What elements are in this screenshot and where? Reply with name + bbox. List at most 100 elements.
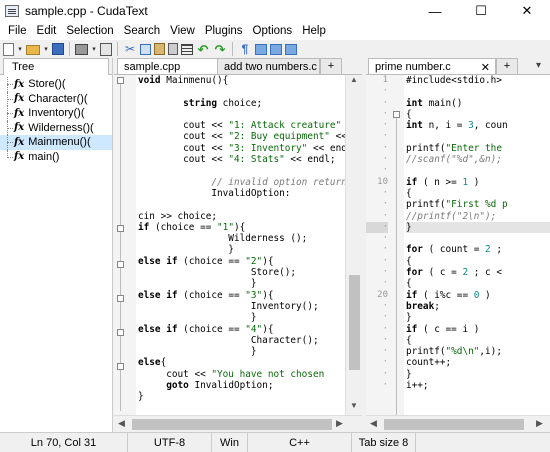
code-line: cin >> choice; <box>138 210 218 222</box>
right-horizontal-scrollbar[interactable]: ◀ ▶ <box>366 415 550 432</box>
tab-tree[interactable]: Tree <box>3 58 109 75</box>
fold-marker[interactable] <box>117 363 124 370</box>
new-dropdown-icon[interactable]: ▾ <box>17 43 23 56</box>
save-icon[interactable] <box>52 43 64 55</box>
undo-icon[interactable]: ↶ <box>196 43 210 56</box>
menu-bar: File Edit Selection Search View Plugins … <box>0 22 550 40</box>
status-line-ending[interactable]: Win <box>212 432 248 452</box>
code-line: int main() <box>406 97 463 109</box>
scroll-right-icon[interactable]: ▶ <box>536 418 543 429</box>
menu-edit[interactable]: Edit <box>32 25 62 37</box>
maximize-button[interactable]: ☐ <box>458 0 504 22</box>
status-encoding[interactable]: UTF-8 <box>128 432 212 452</box>
close-tab-icon[interactable]: ✕ <box>481 61 490 74</box>
select-all-icon[interactable] <box>181 43 193 55</box>
scroll-left-icon[interactable]: ◀ <box>118 418 125 429</box>
line-number: · <box>382 142 388 153</box>
fold-marker[interactable] <box>393 111 400 118</box>
code-line: goto InvalidOption; <box>166 380 274 392</box>
fold-marker[interactable] <box>117 225 124 232</box>
open-folder-icon[interactable] <box>26 45 40 55</box>
menu-plugins[interactable]: Plugins <box>200 25 248 37</box>
line-number: · <box>382 380 388 391</box>
right-code-area[interactable]: #include<stdio.h> int main(){int n, i = 3… <box>406 75 550 415</box>
tree-item[interactable]: fx Store()( <box>0 77 112 92</box>
tree-item[interactable]: fx Character()( <box>0 91 112 106</box>
close-button[interactable]: ✕ <box>504 0 550 22</box>
fold-marker[interactable] <box>117 77 124 84</box>
left-code-area[interactable]: void Mainmenu(){ string choice; cout << … <box>138 75 345 415</box>
tree-item-label: Wilderness()( <box>28 121 94 134</box>
scroll-thumb[interactable] <box>384 419 524 430</box>
scroll-down-icon[interactable]: ▼ <box>346 401 362 415</box>
add-tab-button[interactable]: + <box>496 58 518 74</box>
binoculars-icon[interactable] <box>75 43 88 55</box>
tree-item[interactable]: fx Mainmenu()( <box>0 135 112 150</box>
scroll-thumb[interactable] <box>132 419 332 430</box>
paste-icon[interactable] <box>154 43 165 55</box>
code-line: i++; <box>406 380 429 392</box>
line-number: · <box>382 368 388 379</box>
line-number: · <box>382 86 388 97</box>
minimize-button[interactable]: — <box>412 0 458 22</box>
code-line: #include<stdio.h> <box>406 75 502 86</box>
menu-selection[interactable]: Selection <box>61 25 118 37</box>
add-tab-button[interactable]: + <box>320 58 342 74</box>
line-number: · <box>382 97 388 108</box>
left-horizontal-scrollbar[interactable]: ◀ ▶ <box>114 415 362 432</box>
code-line: if ( i%c == 0 ) <box>406 289 491 301</box>
redo-icon[interactable]: ↷ <box>213 43 227 56</box>
tree-toggle-icon[interactable] <box>270 43 282 55</box>
fold-marker[interactable] <box>117 329 124 336</box>
code-line: //scanf("%d",&n); <box>406 154 502 166</box>
fold-marker[interactable] <box>117 295 124 302</box>
tab-list-dropdown-icon[interactable]: ▾ <box>536 60 541 71</box>
tab-prime-number[interactable]: prime number.c ✕ <box>368 58 496 74</box>
open-dropdown-icon[interactable]: ▾ <box>43 43 49 56</box>
title-bar: sample.cpp - CudaText — ☐ ✕ <box>0 0 550 22</box>
tree-item[interactable]: fx Inventory()( <box>0 106 112 121</box>
menu-search[interactable]: Search <box>119 25 165 37</box>
status-tab-size[interactable]: Tab size 8 <box>352 432 416 452</box>
line-number: · <box>382 300 388 311</box>
tab-add-two-numbers[interactable]: add two numbers.c <box>217 58 320 74</box>
new-file-icon[interactable] <box>3 42 14 56</box>
split-view-icon[interactable] <box>285 43 297 55</box>
scroll-thumb[interactable] <box>349 275 360 370</box>
delete-icon[interactable] <box>168 43 178 55</box>
left-vertical-scrollbar[interactable]: ▲ ▼ <box>345 75 362 415</box>
menu-options[interactable]: Options <box>248 25 298 37</box>
menu-help[interactable]: Help <box>297 25 331 37</box>
code-line: Wilderness (); <box>138 233 308 245</box>
left-gutter <box>114 75 136 415</box>
line-number: · <box>382 334 388 345</box>
line-number: 1 <box>382 75 388 85</box>
line-number: · <box>382 199 388 210</box>
minimap-icon[interactable] <box>255 43 267 55</box>
copy-icon[interactable] <box>140 43 151 55</box>
find-dropdown-icon[interactable]: ▾ <box>91 43 97 56</box>
menu-view[interactable]: View <box>165 25 200 37</box>
code-line: //printf("2\n"); <box>406 210 497 222</box>
tree-item[interactable]: fx main() <box>0 149 112 165</box>
scroll-up-icon[interactable]: ▲ <box>346 75 362 89</box>
line-number: 10 <box>377 176 388 187</box>
code-line: cout << "1: Attack creature" << e <box>138 120 342 132</box>
fold-marker[interactable] <box>117 261 124 268</box>
line-number: · <box>382 165 388 176</box>
scroll-left-icon[interactable]: ◀ <box>370 418 377 429</box>
app-icon <box>5 5 19 17</box>
paragraph-icon[interactable]: ¶ <box>238 42 252 56</box>
menu-file[interactable]: File <box>3 25 32 37</box>
cut-icon[interactable]: ✂ <box>123 42 137 56</box>
scroll-right-icon[interactable]: ▶ <box>336 418 343 429</box>
status-lexer[interactable]: C++ <box>248 432 352 452</box>
tree-connector <box>7 91 8 106</box>
tree-item[interactable]: fx Wilderness()( <box>0 120 112 135</box>
right-gutter: 1 · · · · · · · · 10 · · · · · · · · · 20 · · · · · · · · <box>366 75 404 415</box>
find-replace-icon[interactable] <box>100 42 112 56</box>
code-line: if ( n >= 1 ) <box>406 176 480 188</box>
status-position[interactable]: Ln 70, Col 31 <box>0 432 128 452</box>
status-bar: Ln 70, Col 31 UTF-8 Win C++ Tab size 8 <box>0 432 550 452</box>
